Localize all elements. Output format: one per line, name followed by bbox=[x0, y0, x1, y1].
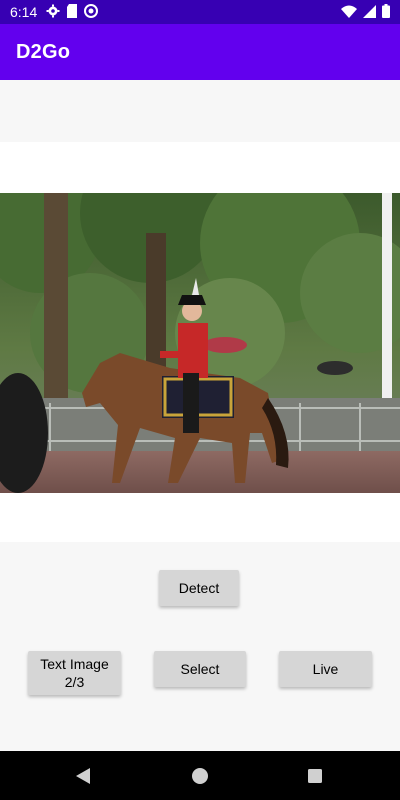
signal-icon bbox=[363, 4, 376, 21]
sd-card-icon bbox=[66, 4, 78, 21]
live-button-label: Live bbox=[312, 661, 339, 677]
do-not-disturb-icon bbox=[84, 4, 98, 21]
detection-input-image bbox=[0, 193, 400, 493]
status-icons-left bbox=[46, 4, 98, 21]
battery-icon bbox=[382, 4, 390, 21]
navigation-bar bbox=[0, 751, 400, 800]
back-icon[interactable] bbox=[72, 765, 94, 787]
select-button-label: Select bbox=[180, 661, 220, 677]
text-image-button-counter: 2/3 bbox=[64, 674, 85, 690]
live-button[interactable]: Live bbox=[279, 651, 372, 687]
recents-icon[interactable] bbox=[304, 765, 326, 787]
detect-button-label: Detect bbox=[178, 580, 220, 596]
home-icon[interactable] bbox=[189, 765, 211, 787]
image-panel bbox=[0, 142, 400, 542]
gear-icon bbox=[46, 4, 60, 21]
select-button[interactable]: Select bbox=[154, 651, 246, 687]
main-content: Detect Text Image 2/3 Select Live bbox=[0, 80, 400, 751]
wifi-icon bbox=[341, 5, 357, 21]
app-title: D2Go bbox=[16, 40, 71, 63]
detect-button[interactable]: Detect bbox=[159, 570, 239, 606]
text-image-button[interactable]: Text Image 2/3 bbox=[28, 651, 121, 695]
app-bar: D2Go bbox=[0, 24, 400, 80]
status-icons-right bbox=[341, 4, 390, 21]
status-bar: 6:14 bbox=[0, 0, 400, 24]
text-image-button-label: Text Image bbox=[40, 656, 109, 672]
status-time: 6:14 bbox=[10, 4, 38, 20]
